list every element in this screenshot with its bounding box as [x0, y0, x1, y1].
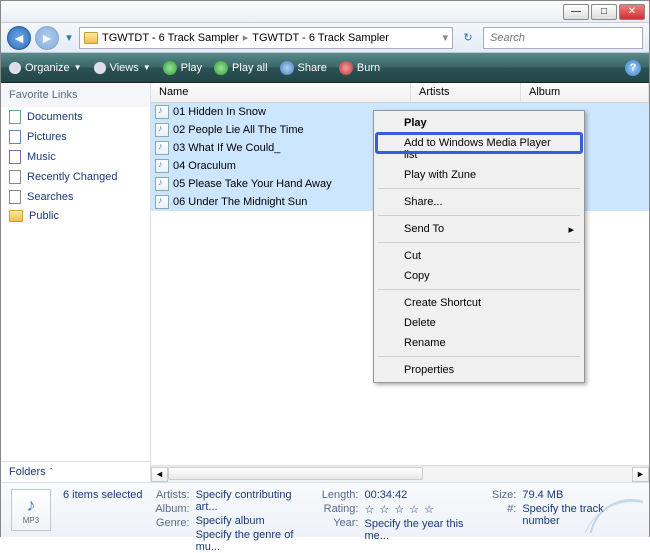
chevron-right-icon: ▸: [568, 223, 574, 236]
play-icon: [163, 61, 177, 75]
titlebar: — □ ✕: [1, 1, 649, 23]
label: Size:: [492, 489, 516, 501]
selection-count: 6 items selected: [63, 489, 149, 501]
folder-icon: [84, 32, 98, 44]
separator: [378, 289, 580, 290]
audio-icon: [155, 177, 169, 191]
audio-icon: [155, 123, 169, 137]
menu-add-wmp[interactable]: Add to Windows Media Player list: [376, 133, 582, 165]
label: Artists:: [155, 489, 189, 501]
views-button[interactable]: Views▼: [94, 62, 151, 74]
label: Album:: [155, 503, 189, 515]
audio-icon: [155, 141, 169, 155]
separator: [378, 356, 580, 357]
menu-create-shortcut[interactable]: Create Shortcut: [376, 293, 582, 313]
sidebar-item-searches[interactable]: Searches: [1, 187, 150, 207]
views-icon: [94, 62, 106, 74]
length-value: 00:34:42: [364, 489, 485, 501]
share-button[interactable]: Share: [280, 61, 327, 75]
label: #:: [492, 503, 516, 515]
label: Length:: [322, 489, 359, 501]
pictures-icon: [9, 130, 21, 144]
sidebar-item-public[interactable]: Public: [1, 207, 150, 225]
breadcrumb[interactable]: TGWTDT - 6 Track Sampler ▸ TGWTDT - 6 Tr…: [79, 27, 453, 49]
audio-icon: [155, 195, 169, 209]
search-icon: [9, 190, 21, 204]
sidebar-item-music[interactable]: Music: [1, 147, 150, 167]
audio-icon: [155, 159, 169, 173]
label: Year:: [322, 517, 359, 529]
folder-icon: [9, 210, 23, 222]
sidebar-item-pictures[interactable]: Pictures: [1, 127, 150, 147]
context-menu: Play Add to Windows Media Player list Pl…: [373, 110, 585, 383]
menu-cut[interactable]: Cut: [376, 246, 582, 266]
horizontal-scrollbar[interactable]: ◄ ►: [151, 465, 649, 482]
menu-play[interactable]: Play: [376, 113, 582, 133]
search-input[interactable]: [483, 27, 643, 49]
scroll-left-button[interactable]: ◄: [151, 467, 168, 482]
column-album[interactable]: Album: [521, 83, 649, 102]
refresh-button[interactable]: ↻: [457, 31, 479, 44]
menu-sendto[interactable]: Send To▸: [376, 219, 582, 239]
menu-properties[interactable]: Properties: [376, 360, 582, 380]
organize-icon: [9, 62, 21, 74]
nav-history-dropdown[interactable]: ▾: [63, 31, 75, 44]
separator: [378, 242, 580, 243]
scroll-right-button[interactable]: ►: [632, 467, 649, 482]
nav-bar: ◄ ► ▾ TGWTDT - 6 Track Sampler ▸ TGWTDT …: [1, 23, 649, 53]
audio-icon: [155, 105, 169, 119]
artists-value[interactable]: Specify contributing art...: [196, 489, 316, 513]
label: Rating:: [322, 503, 359, 515]
sidebar: Favorite Links Documents Pictures Music …: [1, 83, 151, 482]
maximize-button[interactable]: □: [591, 4, 617, 20]
sidebar-item-recent[interactable]: Recently Changed: [1, 167, 150, 187]
scroll-track[interactable]: [168, 467, 632, 482]
breadcrumb-segment[interactable]: TGWTDT - 6 Track Sampler: [102, 32, 239, 44]
menu-copy[interactable]: Copy: [376, 266, 582, 286]
explorer-window: — □ ✕ ◄ ► ▾ TGWTDT - 6 Track Sampler ▸ T…: [0, 0, 650, 537]
separator: [378, 188, 580, 189]
music-note-icon: ♪: [27, 495, 36, 516]
play-icon: [214, 61, 228, 75]
forward-button[interactable]: ►: [35, 26, 59, 50]
separator: [378, 215, 580, 216]
favorites-header: Favorite Links: [1, 83, 150, 107]
album-value[interactable]: Specify album: [196, 515, 316, 527]
column-headers: Name Artists Album: [151, 83, 649, 103]
decorative-swoosh: [583, 493, 643, 533]
label: Genre:: [155, 517, 189, 529]
scroll-thumb[interactable]: [168, 467, 423, 480]
menu-delete[interactable]: Delete: [376, 313, 582, 333]
help-button[interactable]: ?: [625, 60, 641, 76]
menu-share[interactable]: Share...: [376, 192, 582, 212]
organize-button[interactable]: Organize▼: [9, 62, 82, 74]
breadcrumb-dropdown[interactable]: ▾: [442, 31, 448, 44]
filetype-icon: ♪ MP3: [11, 489, 51, 531]
documents-icon: [9, 110, 21, 124]
rating-value[interactable]: ☆ ☆ ☆ ☆ ☆: [364, 503, 485, 516]
back-button[interactable]: ◄: [7, 26, 31, 50]
command-bar: Organize▼ Views▼ Play Play all Share Bur…: [1, 53, 649, 83]
details-pane: ♪ MP3 6 items selected Artists: Album: G…: [1, 482, 649, 537]
burn-icon: [339, 61, 353, 75]
play-button[interactable]: Play: [163, 61, 202, 75]
music-icon: [9, 150, 21, 164]
minimize-button[interactable]: —: [563, 4, 589, 20]
close-button[interactable]: ✕: [619, 4, 645, 20]
column-name[interactable]: Name: [151, 83, 411, 102]
menu-rename[interactable]: Rename: [376, 333, 582, 353]
share-icon: [280, 61, 294, 75]
column-artists[interactable]: Artists: [411, 83, 521, 102]
year-value[interactable]: Specify the year this me...: [364, 518, 485, 542]
breadcrumb-segment[interactable]: TGWTDT - 6 Track Sampler: [252, 32, 389, 44]
folders-toggle[interactable]: Foldersˆ: [1, 461, 150, 482]
sidebar-item-documents[interactable]: Documents: [1, 107, 150, 127]
burn-button[interactable]: Burn: [339, 61, 380, 75]
chevron-up-icon: ˆ: [50, 467, 53, 477]
playall-button[interactable]: Play all: [214, 61, 267, 75]
genre-value[interactable]: Specify the genre of mu...: [196, 529, 316, 553]
recent-icon: [9, 170, 21, 184]
menu-play-zune[interactable]: Play with Zune: [376, 165, 582, 185]
chevron-right-icon: ▸: [243, 31, 249, 44]
